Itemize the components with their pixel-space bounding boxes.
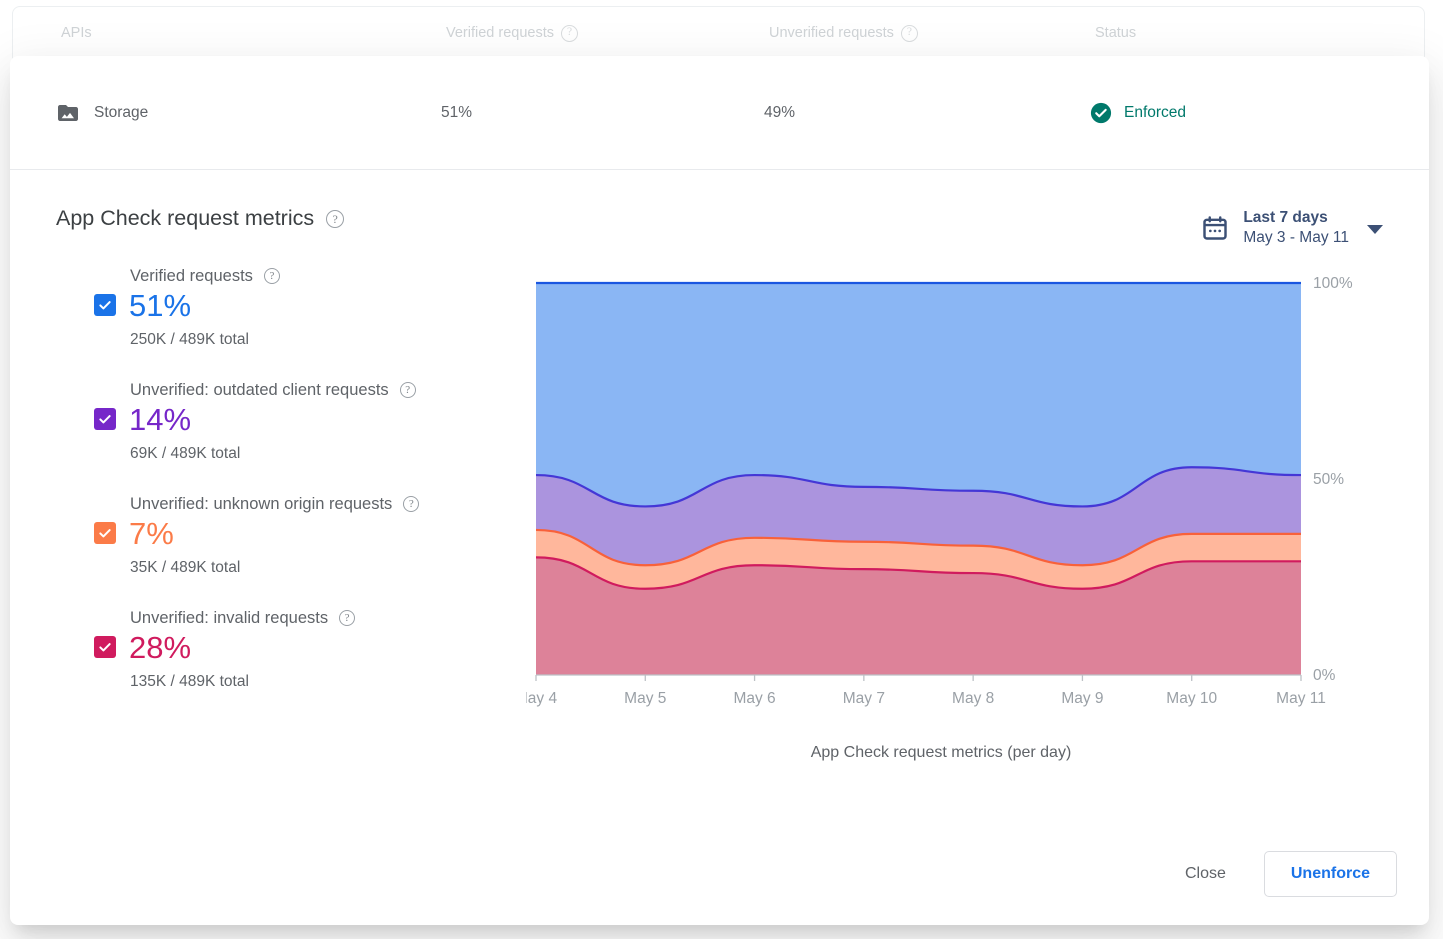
metrics-body: Verified requests ? 51% 250K / 489K tota… xyxy=(56,267,1383,762)
calendar-icon xyxy=(1201,214,1229,242)
close-button[interactable]: Close xyxy=(1165,854,1246,894)
list-item: Unverified: outdated client requests ? 1… xyxy=(94,381,526,463)
column-header-verified: Verified requests ? xyxy=(446,25,769,42)
legend-checkbox-outdated-client[interactable] xyxy=(94,408,116,430)
help-circle-icon[interactable]: ? xyxy=(403,496,419,512)
unverified-percent: 49% xyxy=(764,104,795,122)
legend-subtext: 35K / 489K total xyxy=(94,559,526,577)
page-title: App Check request metrics ? xyxy=(56,206,344,231)
legend-checkbox-verified[interactable] xyxy=(94,294,116,316)
help-circle-icon[interactable]: ? xyxy=(901,25,918,42)
svg-text:May 10: May 10 xyxy=(1166,690,1217,707)
chart-caption: App Check request metrics (per day) xyxy=(486,744,1396,762)
svg-text:0%: 0% xyxy=(1313,667,1336,684)
svg-text:50%: 50% xyxy=(1313,471,1344,488)
dialog-actions: Close Unenforce xyxy=(1165,851,1397,897)
legend-label: Verified requests ? xyxy=(94,267,526,286)
column-header-status: Status xyxy=(1095,25,1295,41)
column-header-unverified: Unverified requests ? xyxy=(769,25,1095,42)
verified-percent: 51% xyxy=(441,104,472,122)
legend-percent: 28% xyxy=(129,632,191,663)
column-header-apis: APIs xyxy=(61,25,446,41)
metrics-header: App Check request metrics ? Last 7 days xyxy=(56,206,1383,249)
legend-percent: 7% xyxy=(129,518,174,549)
date-range-text: Last 7 days May 3 - May 11 xyxy=(1243,208,1349,249)
metrics-section: App Check request metrics ? Last 7 days xyxy=(10,170,1429,762)
legend-percent: 51% xyxy=(129,290,191,321)
app-check-dialog: Storage 51% 49% Enforced App Check reque… xyxy=(10,56,1429,925)
svg-text:May 6: May 6 xyxy=(733,690,775,707)
legend-label-text: Verified requests xyxy=(130,267,253,286)
legend-value-row: 7% xyxy=(94,518,526,549)
date-range-primary: Last 7 days xyxy=(1243,208,1349,228)
list-item: Verified requests ? 51% 250K / 489K tota… xyxy=(94,267,526,349)
legend-checkbox-unknown-origin[interactable] xyxy=(94,522,116,544)
help-circle-icon[interactable]: ? xyxy=(561,25,578,42)
svg-text:May 7: May 7 xyxy=(843,690,885,707)
svg-text:May 5: May 5 xyxy=(624,690,666,707)
status-cell: Enforced xyxy=(1090,102,1340,124)
verified-cell: 51% xyxy=(441,104,764,122)
legend-label-text: Unverified: invalid requests xyxy=(130,609,328,628)
legend-value-row: 51% xyxy=(94,290,526,321)
apis-table-header: APIs Verified requests ? Unverified requ… xyxy=(13,7,1424,59)
help-circle-icon[interactable]: ? xyxy=(326,210,344,228)
legend-checkbox-invalid[interactable] xyxy=(94,636,116,658)
metrics-title-label: App Check request metrics xyxy=(56,206,314,231)
unenforce-button[interactable]: Unenforce xyxy=(1264,851,1397,897)
table-row: Storage 51% 49% Enforced xyxy=(10,56,1429,170)
api-name: Storage xyxy=(94,104,148,122)
svg-text:May 11: May 11 xyxy=(1276,690,1326,707)
legend-label: Unverified: unknown origin requests ? xyxy=(94,495,526,514)
date-range-picker[interactable]: Last 7 days May 3 - May 11 xyxy=(1201,208,1383,249)
column-header-apis-label: APIs xyxy=(61,25,92,41)
chart: May 4 May 5 May 6 May 7 May 8 May 9 May 10 May … xyxy=(526,267,1396,762)
status-badge: Enforced xyxy=(1124,104,1186,122)
svg-text:100%: 100% xyxy=(1313,275,1353,292)
unverified-cell: 49% xyxy=(764,104,1090,122)
legend: Verified requests ? 51% 250K / 489K tota… xyxy=(56,267,526,762)
svg-text:May 8: May 8 xyxy=(952,690,994,707)
stacked-area-chart: May 4 May 5 May 6 May 7 May 8 May 9 May 10 May … xyxy=(526,267,1396,727)
storage-folder-icon xyxy=(56,101,80,125)
legend-value-row: 28% xyxy=(94,632,526,663)
legend-percent: 14% xyxy=(129,404,191,435)
legend-subtext: 69K / 489K total xyxy=(94,445,526,463)
legend-label: Unverified: invalid requests ? xyxy=(94,609,526,628)
column-header-verified-label: Verified requests xyxy=(446,25,554,41)
legend-value-row: 14% xyxy=(94,404,526,435)
column-header-unverified-label: Unverified requests xyxy=(769,25,894,41)
help-circle-icon[interactable]: ? xyxy=(264,268,280,284)
column-header-status-label: Status xyxy=(1095,25,1136,41)
legend-subtext: 250K / 489K total xyxy=(94,331,526,349)
date-range-secondary: May 3 - May 11 xyxy=(1243,228,1349,248)
svg-text:May 9: May 9 xyxy=(1061,690,1103,707)
legend-label: Unverified: outdated client requests ? xyxy=(94,381,526,400)
svg-text:May 4: May 4 xyxy=(526,690,557,707)
list-item: Unverified: unknown origin requests ? 7%… xyxy=(94,495,526,577)
chevron-down-icon[interactable] xyxy=(1367,225,1383,234)
legend-label-text: Unverified: outdated client requests xyxy=(130,381,389,400)
help-circle-icon[interactable]: ? xyxy=(400,382,416,398)
legend-label-text: Unverified: unknown origin requests xyxy=(130,495,392,514)
check-circle-icon xyxy=(1090,102,1112,124)
help-circle-icon[interactable]: ? xyxy=(339,610,355,626)
legend-subtext: 135K / 489K total xyxy=(94,673,526,691)
list-item: Unverified: invalid requests ? 28% 135K … xyxy=(94,609,526,691)
api-cell: Storage xyxy=(56,101,441,125)
